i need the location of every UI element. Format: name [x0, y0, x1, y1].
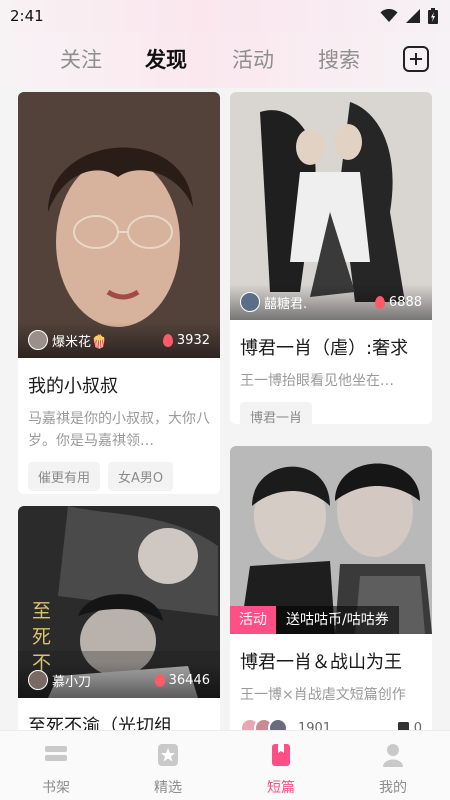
cover-overlay: 爆米花🍿 3932: [18, 322, 220, 358]
author: 慕小刀: [28, 670, 91, 690]
battery-icon: [428, 8, 438, 24]
story-card[interactable]: 囍糖君. 6888 博君一肖（虐）:奢求 王一博抬眼看见他坐在… 博君一肖: [230, 92, 432, 424]
feed: 爆米花🍿 3932 我的小叔叔 马嘉祺是你的小叔叔，大你八岁。你是马嘉祺领… 催…: [0, 88, 450, 730]
heat-count: 3932: [162, 332, 210, 348]
tag[interactable]: 催更有用: [28, 462, 101, 491]
promo-card[interactable]: 活动 送咕咕币/咕咕券 博君一肖＆战山为王 王一博×肖战虐文短篇创作 1901 …: [230, 446, 432, 730]
story-title: 至死不渝（光切组: [28, 716, 172, 730]
signal-icon: [406, 9, 420, 23]
flame-icon: [162, 333, 173, 347]
nav-short-story[interactable]: 短篇: [251, 743, 311, 797]
tag-list: 博君一肖: [230, 402, 432, 424]
bottom-nav: 书架 精选 短篇 我的: [0, 730, 450, 800]
promo-tag: 活动: [230, 606, 276, 634]
nav-label: 短篇: [267, 780, 295, 796]
avatar: [28, 330, 48, 350]
author-name: 慕小刀: [52, 674, 92, 690]
tab-follow[interactable]: 关注: [60, 44, 102, 74]
story-cover: 爆米花🍿 3932: [18, 92, 220, 358]
avatar: [240, 292, 260, 312]
status-time: 2:41: [10, 7, 44, 25]
promo-desc: 王一博×肖战虐文短篇创作: [240, 687, 406, 703]
participant-count: 1901: [298, 720, 332, 731]
heat-value: 3932: [176, 332, 210, 348]
book-icon: [397, 721, 409, 730]
nav-featured[interactable]: 精选: [138, 743, 198, 797]
story-desc: 王一博抬眼看见他坐在…: [240, 373, 394, 389]
cover-overlay: 囍糖君. 6888: [230, 284, 432, 320]
tab-activity[interactable]: 活动: [232, 44, 274, 74]
promo-cover: 活动 送咕咕币/咕咕券: [230, 446, 432, 634]
wifi-icon: [380, 9, 398, 22]
heat-value: 6888: [388, 294, 422, 310]
author-name: 爆米花🍿: [52, 334, 108, 350]
author: 囍糖君.: [240, 292, 307, 312]
story-title: 博君一肖（虐）:奢求: [240, 338, 409, 359]
story-card[interactable]: 至 死 不 慕小刀 36446 至死不渝（光切组: [18, 506, 220, 730]
book-count-value: 0: [413, 720, 422, 731]
top-nav: 关注 发现 活动 搜索: [0, 32, 450, 88]
participant-avatars: [240, 718, 288, 730]
profile-icon: [383, 744, 403, 767]
heat-count: 36446: [154, 672, 210, 688]
flame-icon: [374, 295, 385, 309]
promo-banner: 活动 送咕咕币/咕咕券: [230, 606, 399, 634]
book-count: 0: [397, 720, 422, 731]
tab-discover[interactable]: 发现: [145, 44, 187, 74]
nav-label: 精选: [154, 780, 182, 796]
story-cover: 至 死 不 慕小刀 36446: [18, 506, 220, 698]
promo-text: 送咕咕币/咕咕券: [276, 606, 399, 634]
avatar: [28, 670, 48, 690]
bookshelf-icon: [45, 746, 67, 761]
tab-search[interactable]: 搜索: [318, 44, 360, 74]
nav-bookshelf[interactable]: 书架: [26, 743, 86, 797]
promo-title: 博君一肖＆战山为王: [240, 652, 402, 673]
story-desc: 马嘉祺是你的小叔叔，大你八岁。你是马嘉祺领…: [28, 411, 210, 449]
promo-stats: 1901 0: [230, 718, 432, 730]
featured-icon: [158, 744, 178, 766]
story-card[interactable]: 爆米花🍿 3932 我的小叔叔 马嘉祺是你的小叔叔，大你八岁。你是马嘉祺领… 催…: [18, 92, 220, 494]
short-story-icon: [272, 744, 290, 766]
heat-count: 6888: [374, 294, 422, 310]
tag[interactable]: 女A男O: [108, 462, 174, 491]
tag[interactable]: 博君一肖: [240, 402, 313, 424]
status-bar: 2:41: [0, 0, 450, 32]
flame-icon: [154, 673, 165, 687]
nav-label: 书架: [42, 780, 70, 796]
nav-profile[interactable]: 我的: [363, 743, 423, 797]
author-name: 囍糖君.: [264, 296, 308, 312]
nav-label: 我的: [379, 780, 407, 796]
add-icon[interactable]: [403, 46, 429, 72]
cover-portrait-icon: [18, 92, 220, 358]
author: 爆米花🍿: [28, 330, 107, 350]
story-cover: 囍糖君. 6888: [230, 92, 432, 320]
tag-list: 催更有用 女A男O: [18, 462, 220, 491]
heat-value: 36446: [168, 672, 210, 688]
cover-overlay: 慕小刀 36446: [18, 662, 220, 698]
story-title: 我的小叔叔: [28, 376, 118, 397]
status-icons: [380, 8, 438, 24]
